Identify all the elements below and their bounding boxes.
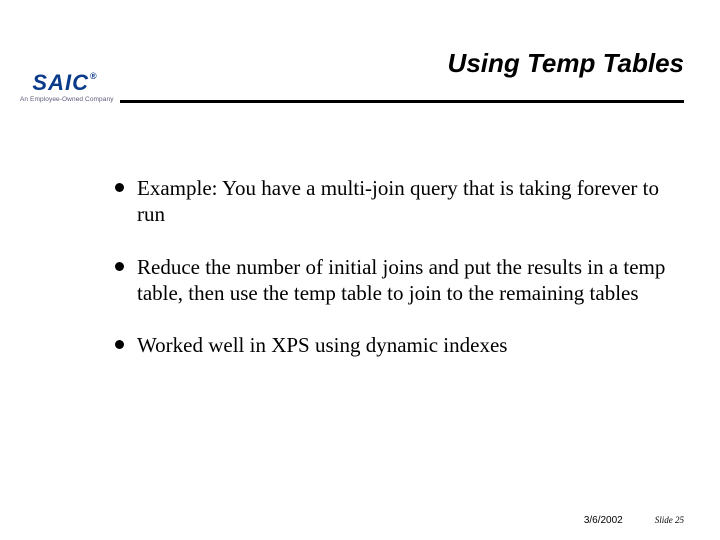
slide-body: Example: You have a multi-join query tha…: [115, 175, 678, 384]
list-item: Example: You have a multi-join query tha…: [115, 175, 678, 228]
slide-footer: 3/6/2002 Slide 25: [584, 515, 684, 526]
logo-name: SAIC: [32, 70, 89, 95]
list-item: Worked well in XPS using dynamic indexes: [115, 332, 678, 358]
title-divider: [120, 100, 684, 103]
bullet-list: Example: You have a multi-join query tha…: [115, 175, 678, 358]
company-logo: SAIC® An Employee-Owned Company: [20, 72, 110, 103]
slide-title: Using Temp Tables: [448, 48, 684, 79]
logo-text: SAIC®: [20, 72, 110, 94]
footer-slidenum: Slide 25: [655, 515, 684, 525]
logo-tagline: An Employee-Owned Company: [20, 96, 110, 103]
footer-date: 3/6/2002: [584, 515, 623, 526]
slide: Using Temp Tables SAIC® An Employee-Owne…: [0, 0, 720, 540]
registered-icon: ®: [90, 71, 98, 81]
list-item: Reduce the number of initial joins and p…: [115, 254, 678, 307]
